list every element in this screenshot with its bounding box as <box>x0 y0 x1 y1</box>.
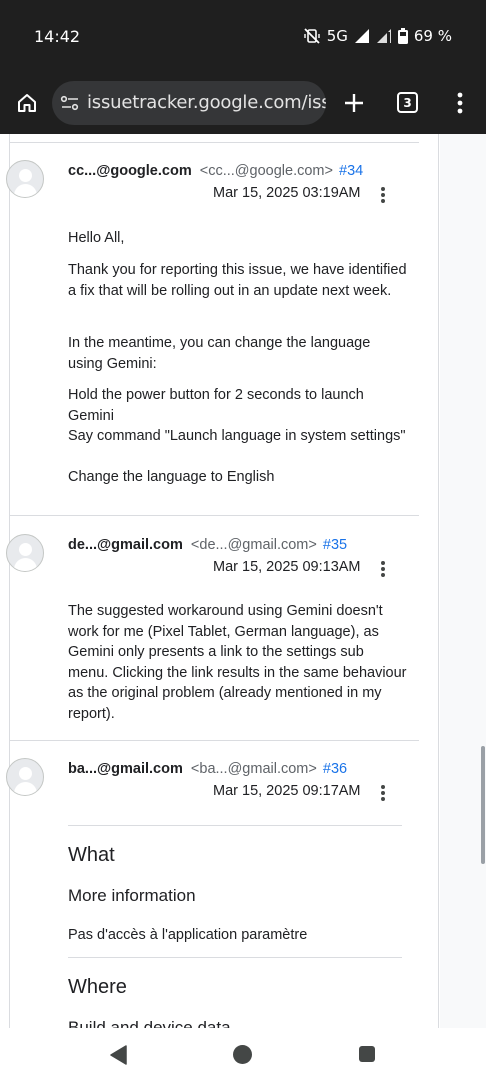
comment-paragraph: Say command "Launch language in system s… <box>68 428 406 444</box>
comment-header: cc...@google.com <cc...@google.com> #34 <box>68 163 363 179</box>
comment-email: <cc...@google.com> <box>199 163 333 179</box>
comment-email: <de...@gmail.com> <box>190 537 317 553</box>
more-information-text: Pas d'accès à l'application paramètre <box>68 927 308 943</box>
comment-author: cc...@google.com <box>68 163 192 179</box>
section-heading-where: Where <box>68 976 127 998</box>
back-icon[interactable] <box>110 1045 128 1065</box>
scrollbar[interactable] <box>481 746 485 864</box>
comment-email: <ba...@gmail.com> <box>190 761 317 777</box>
battery-percent: 69 % <box>413 27 452 45</box>
divider <box>9 142 419 143</box>
comment-header: ba...@gmail.com <ba...@gmail.com> #36 <box>68 761 347 777</box>
tabs-icon[interactable]: 3 <box>397 92 418 113</box>
avatar <box>6 758 44 796</box>
comment-number-link[interactable]: #36 <box>323 761 347 777</box>
avatar <box>6 160 44 198</box>
status-time: 14:42 <box>34 27 81 46</box>
avatar <box>6 534 44 572</box>
system-nav-bar <box>0 1028 486 1080</box>
signal-icon <box>376 28 392 44</box>
section-divider <box>68 825 402 826</box>
comment-paragraph: In the meantime, you can change the lang… <box>68 335 371 372</box>
browser-toolbar: issuetracker.google.com/issue 3 <box>0 72 486 134</box>
comment-more-icon[interactable] <box>379 783 387 803</box>
comment-more-icon[interactable] <box>379 185 387 205</box>
comment-number-link[interactable]: #35 <box>323 537 347 553</box>
network-type: 5G <box>326 27 348 45</box>
comment-number-link[interactable]: #34 <box>339 163 363 179</box>
home-icon[interactable] <box>233 1045 252 1064</box>
signal-icon <box>354 28 370 44</box>
page-content[interactable]: cc...@google.com <cc...@google.com> #34 … <box>0 134 486 1028</box>
comment-author: de...@gmail.com <box>68 537 183 553</box>
new-tab-button[interactable] <box>340 89 368 117</box>
comment-date: Mar 15, 2025 09:13AM <box>213 559 361 575</box>
site-settings-icon[interactable] <box>60 93 80 113</box>
more-vert-icon[interactable] <box>450 89 470 117</box>
new-tab-plus-icon <box>345 94 363 112</box>
page-margin <box>440 134 486 1028</box>
comment-date: Mar 15, 2025 03:19AM <box>213 185 361 201</box>
section-divider <box>68 957 402 958</box>
status-icons: 5G 69 % <box>303 27 452 45</box>
comment-paragraph: Hold the power button for 2 seconds to l… <box>68 387 364 424</box>
tab-count: 3 <box>403 95 412 110</box>
more-information-heading: More information <box>68 886 196 905</box>
build-device-data-heading: Build and device data <box>68 1018 231 1028</box>
address-bar[interactable]: issuetracker.google.com/issue <box>52 81 326 125</box>
battery-icon <box>397 28 408 44</box>
comment-divider <box>9 515 419 516</box>
comment-paragraph: Hello All, <box>68 230 125 246</box>
url-text: issuetracker.google.com/issue <box>87 92 326 113</box>
comment-header: de...@gmail.com <de...@gmail.com> #35 <box>68 537 347 553</box>
comment-more-icon[interactable] <box>379 559 387 579</box>
comment-author: ba...@gmail.com <box>68 761 183 777</box>
comment-date: Mar 15, 2025 09:17AM <box>213 783 361 799</box>
recents-icon[interactable] <box>359 1046 375 1062</box>
comment-paragraph: Thank you for reporting this issue, we h… <box>68 262 407 299</box>
comment-divider <box>9 740 419 741</box>
mute-vibrate-icon <box>303 27 321 45</box>
status-bar: 14:42 5G 69 % <box>0 0 486 72</box>
home-icon <box>18 94 36 112</box>
comment-paragraph: Change the language to English <box>68 469 275 485</box>
section-heading-what: What <box>68 844 115 866</box>
home-button[interactable] <box>12 88 42 118</box>
comment-paragraph: The suggested workaround using Gemini do… <box>68 603 407 722</box>
